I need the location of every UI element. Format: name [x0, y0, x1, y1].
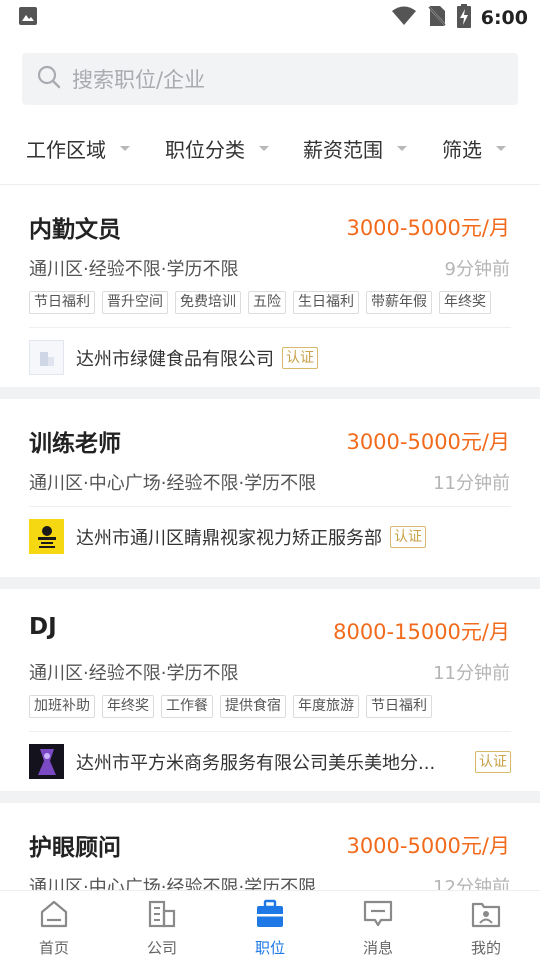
- nav-company[interactable]: 公司: [108, 891, 216, 960]
- job-salary: 3000-5000元/月: [346, 430, 510, 454]
- benefit-tag: 节日福利: [366, 695, 432, 718]
- briefcase-icon: [254, 899, 286, 933]
- job-salary: 3000-5000元/月: [346, 216, 510, 240]
- company-logo: [29, 340, 64, 375]
- company-row[interactable]: 达州市绿健食品有限公司 认证: [29, 340, 511, 375]
- job-time: 11分钟前: [433, 473, 510, 494]
- benefit-tag: 提供食宿: [220, 695, 286, 718]
- search-icon: [36, 64, 62, 94]
- search-placeholder: 搜索职位/企业: [72, 68, 206, 92]
- status-time: 6:00: [480, 7, 528, 29]
- card-separator: [0, 791, 540, 803]
- filter-label: 职位分类: [165, 137, 245, 162]
- card-separator: [0, 387, 540, 399]
- benefit-tag: 带薪年假: [366, 291, 432, 314]
- battery-charging-icon: [456, 4, 471, 32]
- caret-down-icon: [259, 145, 269, 151]
- home-icon: [38, 899, 70, 933]
- tag-list: 加班补助 年终奖 工作餐 提供食宿 年度旅游 节日福利: [29, 695, 432, 718]
- search-input[interactable]: 搜索职位/企业: [22, 53, 518, 105]
- no-sim-icon: [426, 5, 447, 31]
- company-logo: [29, 519, 64, 554]
- status-bar: 6:00: [0, 0, 540, 36]
- filter-label: 工作区域: [26, 137, 106, 162]
- tag-list: 节日福利 晋升空间 免费培训 五险 生日福利 带薪年假 年终奖: [29, 291, 491, 314]
- certified-badge: 认证: [475, 750, 511, 773]
- job-title: DJ: [29, 614, 57, 640]
- company-name: 达州市平方米商务服务有限公司美乐美地分...: [76, 752, 436, 774]
- benefit-tag: 节日福利: [29, 291, 95, 314]
- nav-messages[interactable]: 消息: [324, 891, 432, 960]
- filter-work-area[interactable]: 工作区域: [26, 134, 130, 163]
- nav-home[interactable]: 首页: [0, 891, 108, 960]
- certified-badge: 认证: [390, 525, 426, 548]
- job-meta: 通川区·中心广场·经验不限·学历不限: [29, 473, 317, 494]
- benefit-tag: 加班补助: [29, 695, 95, 718]
- job-meta: 通川区·经验不限·学历不限: [29, 663, 239, 684]
- filter-label: 筛选: [442, 137, 482, 162]
- nav-label: 首页: [38, 939, 69, 957]
- divider: [29, 731, 511, 732]
- divider: [29, 327, 511, 328]
- caret-down-icon: [120, 145, 130, 151]
- benefit-tag: 生日福利: [293, 291, 359, 314]
- building-icon: [146, 899, 178, 933]
- job-card[interactable]: 训练老师 3000-5000元/月 通川区·中心广场·经验不限·学历不限 11分…: [0, 399, 540, 577]
- job-card[interactable]: 内勤文员 3000-5000元/月 通川区·经验不限·学历不限 9分钟前 节日福…: [0, 185, 540, 387]
- filter-label: 薪资范围: [303, 137, 383, 162]
- filter-bar: 工作区域 职位分类 薪资范围 筛选: [0, 122, 540, 174]
- filter-job-category[interactable]: 职位分类: [165, 134, 269, 163]
- filter-more[interactable]: 筛选: [442, 134, 506, 163]
- company-logo: [29, 744, 64, 779]
- message-icon: [362, 899, 394, 933]
- nav-label: 消息: [362, 939, 393, 957]
- caret-down-icon: [496, 145, 506, 151]
- company-name: 达州市绿健食品有限公司: [76, 348, 274, 370]
- job-time: 11分钟前: [433, 663, 510, 684]
- nav-label: 公司: [146, 939, 177, 957]
- benefit-tag: 免费培训: [175, 291, 241, 314]
- benefit-tag: 年终奖: [102, 695, 154, 718]
- job-title: 内勤文员: [29, 217, 121, 243]
- divider: [29, 506, 511, 507]
- image-notification-icon: [18, 6, 38, 30]
- nav-label: 我的: [470, 939, 501, 957]
- card-separator: [0, 577, 540, 589]
- wifi-icon: [391, 6, 417, 30]
- caret-down-icon: [397, 145, 407, 151]
- certified-badge: 认证: [282, 346, 318, 369]
- job-salary: 8000-15000元/月: [333, 620, 510, 644]
- benefit-tag: 工作餐: [161, 695, 213, 718]
- profile-icon: [470, 899, 502, 933]
- job-salary: 3000-5000元/月: [346, 834, 510, 858]
- nav-label: 职位: [254, 939, 285, 957]
- job-title: 训练老师: [29, 431, 121, 457]
- job-meta: 通川区·经验不限·学历不限: [29, 259, 239, 280]
- job-title: 护眼顾问: [29, 835, 121, 861]
- benefit-tag: 晋升空间: [102, 291, 168, 314]
- nav-profile[interactable]: 我的: [432, 891, 540, 960]
- benefit-tag: 五险: [248, 291, 286, 314]
- benefit-tag: 年终奖: [439, 291, 491, 314]
- job-list: 内勤文员 3000-5000元/月 通川区·经验不限·学历不限 9分钟前 节日福…: [0, 185, 540, 923]
- benefit-tag: 年度旅游: [293, 695, 359, 718]
- filter-salary-range[interactable]: 薪资范围: [303, 134, 407, 163]
- bottom-nav: 首页 公司 职位 消息 我的: [0, 890, 540, 960]
- company-name: 达州市通川区睛鼎视家视力矫正服务部: [76, 527, 382, 549]
- company-row[interactable]: 达州市通川区睛鼎视家视力矫正服务部 认证: [29, 519, 511, 554]
- company-row[interactable]: 达州市平方米商务服务有限公司美乐美地分... 认证: [29, 744, 511, 779]
- job-time: 9分钟前: [444, 259, 510, 280]
- nav-jobs[interactable]: 职位: [216, 891, 324, 960]
- job-card[interactable]: DJ 8000-15000元/月 通川区·经验不限·学历不限 11分钟前 加班补…: [0, 589, 540, 791]
